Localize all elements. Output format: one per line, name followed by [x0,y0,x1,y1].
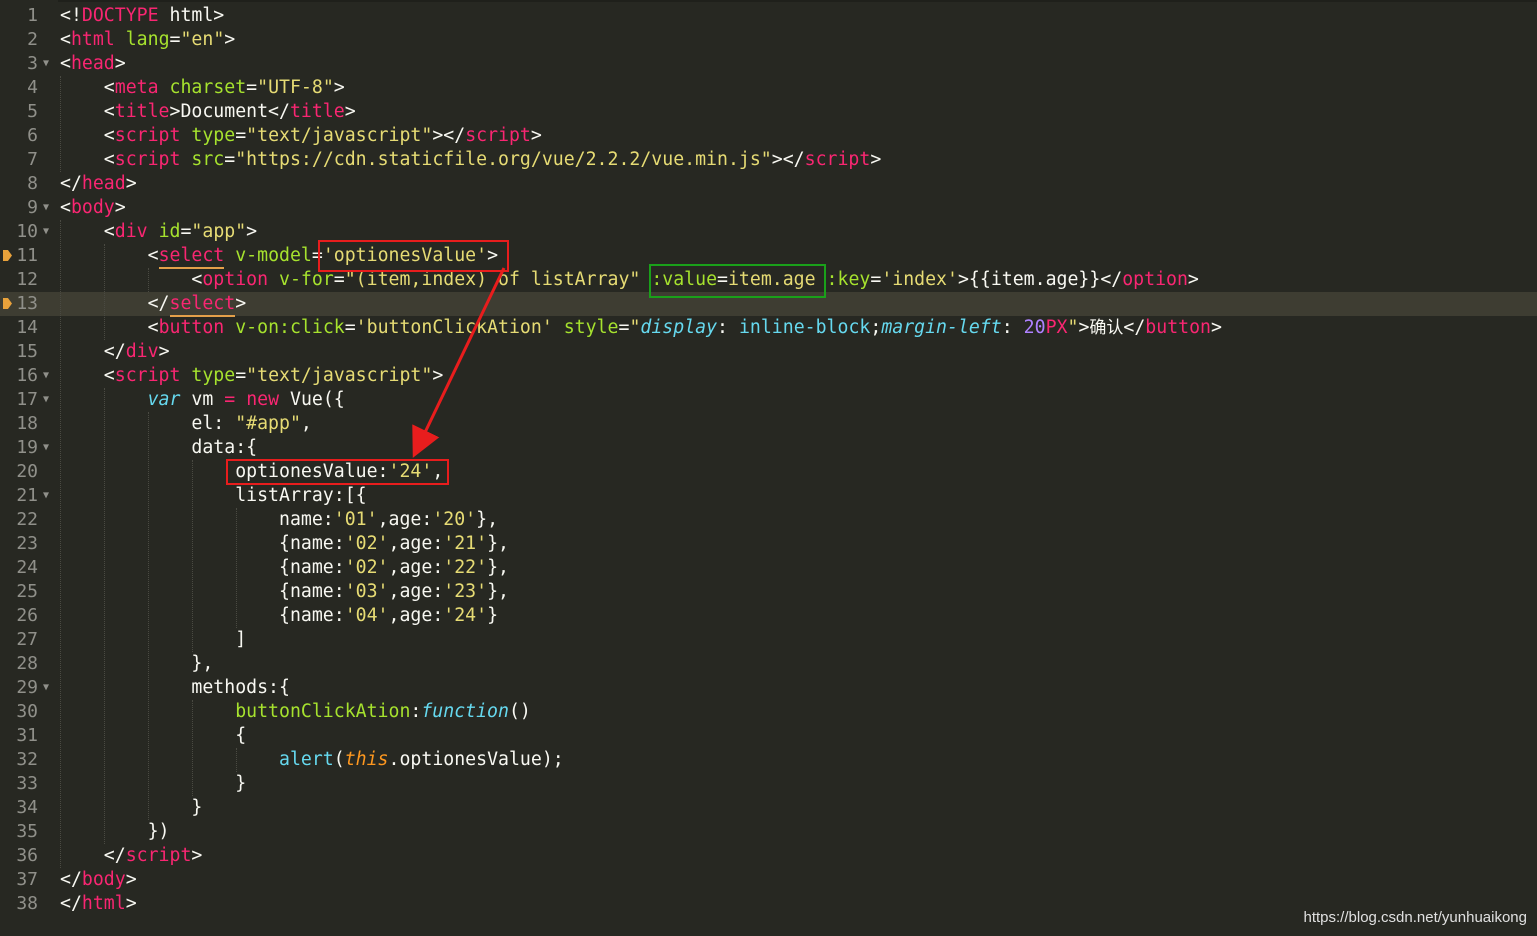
watermark: https://blog.csdn.net/yunhuaikong [1303,909,1528,926]
code-editor[interactable]: 1 <!DOCTYPE html> 2 <html lang="en"> 3 ▼ <head… [0,0,1537,936]
annotation-arrow [412,267,506,458]
